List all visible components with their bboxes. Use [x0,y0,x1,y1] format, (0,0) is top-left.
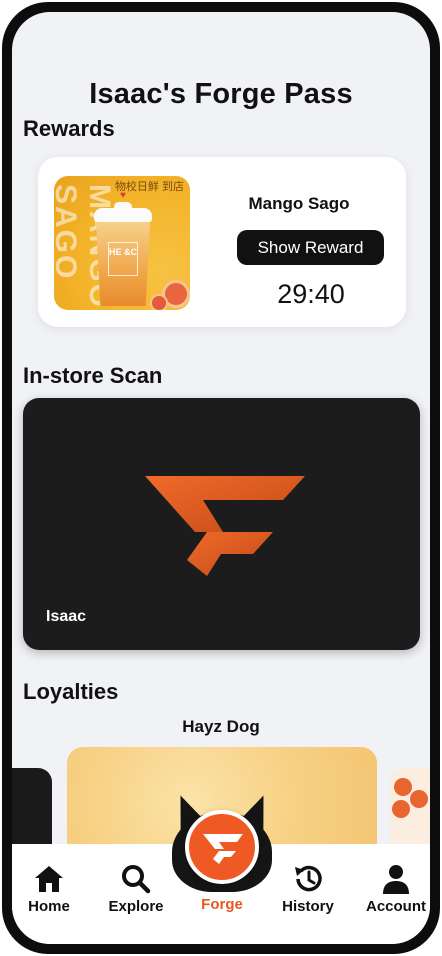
decor-blob [394,778,412,796]
scan-card-name: Isaac [46,608,87,625]
forge-logo-icon [203,834,243,864]
history-icon [295,865,322,892]
reward-name: Mango Sago [248,194,350,213]
forge-button[interactable] [185,810,259,884]
scan-card[interactable]: Isaac [23,398,420,650]
nav-account-label: Account [366,898,426,915]
search-icon [122,865,151,894]
heart-icon: ♥ [120,190,126,201]
reward-image: MANGO SAGO 物校日鲜 到店 ♥ HE &C [54,176,190,310]
nav-history-label: History [282,898,334,915]
reward-timer: 29:40 [277,279,345,309]
section-title-rewards: Rewards [23,116,115,141]
nav-home[interactable]: Home [12,864,89,915]
section-title-loyalties: Loyalties [23,679,119,704]
nav-explore[interactable]: Explore [96,864,176,915]
app-screen: Isaac's Forge Pass Rewards MANGO SAGO 物校… [12,12,430,944]
cup-label: HE &C [108,242,138,276]
cup-lid [94,208,152,222]
nav-explore-label: Explore [108,898,164,915]
grapefruit-slice [150,294,168,310]
nav-forge-label: Forge [201,896,243,913]
nav-account[interactable]: Account [356,864,430,915]
section-title-scan: In-store Scan [23,363,163,388]
nav-forge[interactable]: Forge [182,896,262,913]
nav-home-label: Home [28,898,70,915]
decor-blob [410,790,428,808]
forge-logo-icon [145,476,305,576]
page-title: Isaac's Forge Pass [89,78,353,110]
phone-frame: Isaac's Forge Pass Rewards MANGO SAGO 物校… [2,2,440,954]
account-icon [383,865,409,894]
nav-history[interactable]: History [268,864,348,915]
home-icon [35,866,63,892]
loyalty-name: Hayz Dog [182,717,260,736]
reward-card[interactable]: MANGO SAGO 物校日鲜 到店 ♥ HE &C Mango Sago Sh… [38,157,406,327]
show-reward-button[interactable]: Show Reward [237,230,384,265]
decor-blob [392,800,410,818]
